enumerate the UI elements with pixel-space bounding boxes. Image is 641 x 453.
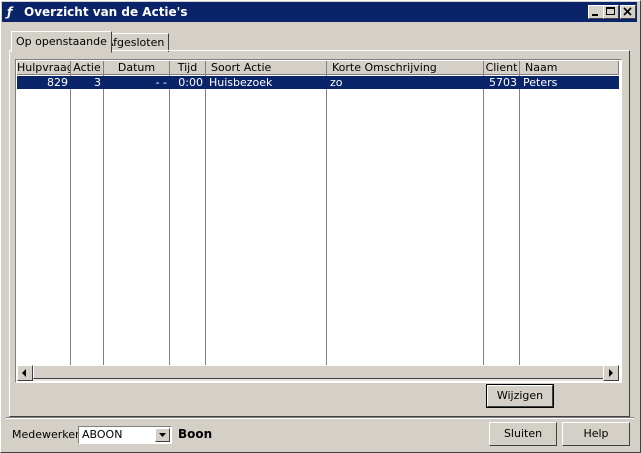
cell-client: 5703 [489, 76, 517, 89]
tab-label: Op openstaande [16, 35, 107, 48]
wijzigen-button[interactable]: Wijzigen [486, 384, 554, 408]
table-row[interactable]: 829 3 - - 0:00 Huisbezoek zo 5703 Peters [17, 76, 619, 89]
column-divider [483, 75, 484, 365]
cell-actie: 3 [94, 76, 101, 89]
separator [6, 417, 634, 419]
cell-datum: - - [155, 76, 167, 89]
help-button[interactable]: Help [562, 422, 630, 446]
window-title: Overzicht van de Actie's [24, 5, 188, 19]
column-divider [103, 75, 104, 365]
cell-korte-omschrijving: zo [330, 76, 343, 89]
medewerker-name: Boon [178, 427, 213, 441]
app-icon: ƒ [7, 5, 13, 19]
column-divider [169, 75, 170, 365]
arrow-right-icon [609, 369, 613, 377]
title-bar[interactable]: ƒ Overzicht van de Actie's [2, 2, 637, 22]
tab-op-openstaande[interactable]: Op openstaande [11, 31, 112, 53]
cell-naam: Peters [523, 76, 558, 89]
column-header[interactable]: Tijd [170, 61, 206, 75]
column-divider [205, 75, 206, 365]
horizontal-scrollbar[interactable] [17, 365, 619, 381]
close-button[interactable] [620, 5, 636, 19]
column-header[interactable]: Naam [520, 61, 619, 75]
minimize-icon [592, 14, 598, 16]
column-header[interactable]: Hulpvraag [17, 61, 71, 75]
column-header[interactable]: Client [484, 61, 520, 75]
column-divider [70, 75, 71, 365]
cell-hulpvraag: 829 [47, 76, 68, 89]
actions-table[interactable]: Hulpvraag Actie Datum Tijd Soort Actie K… [15, 59, 622, 383]
close-icon [623, 7, 632, 16]
chevron-down-icon [159, 433, 166, 437]
cell-soort-actie: Huisbezoek [209, 76, 273, 89]
scroll-thumb[interactable] [33, 365, 618, 379]
scroll-left-button[interactable] [17, 365, 33, 381]
maximize-icon [606, 7, 615, 15]
tab-label: Afgesloten [106, 36, 165, 49]
column-header[interactable]: Actie [71, 61, 104, 75]
column-divider [519, 75, 520, 365]
column-header[interactable]: Korte Omschrijving [327, 61, 484, 75]
scroll-right-button[interactable] [603, 365, 619, 381]
cell-tijd: 0:00 [178, 76, 203, 89]
medewerker-combo[interactable]: ABOON [78, 426, 172, 444]
minimize-button[interactable] [588, 5, 604, 19]
sluiten-button[interactable]: Sluiten [489, 422, 557, 446]
maximize-button[interactable] [603, 5, 619, 19]
column-divider [326, 75, 327, 365]
arrow-left-icon [22, 369, 26, 377]
column-header[interactable]: Datum [104, 61, 170, 75]
combo-dropdown-button[interactable] [155, 428, 170, 442]
column-header[interactable]: Soort Actie [206, 61, 327, 75]
medewerker-combo-value: ABOON [82, 428, 123, 441]
medewerker-label: Medewerker: [12, 428, 84, 441]
